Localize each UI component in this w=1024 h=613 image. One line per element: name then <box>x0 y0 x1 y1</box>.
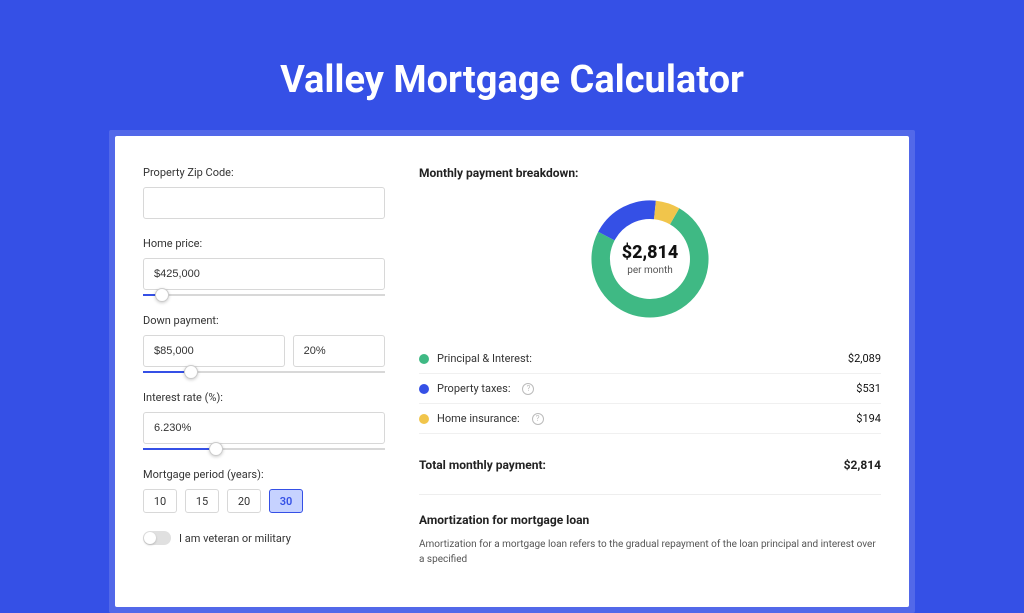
breakdown-column: Monthly payment breakdown: $2,814 per mo… <box>419 166 881 567</box>
toggle-knob <box>144 532 156 544</box>
legend-dot <box>419 384 429 394</box>
legend-label: Property taxes: <box>437 382 510 395</box>
donut-chart-wrap: $2,814 per month <box>419 194 881 324</box>
donut-center: $2,814 per month <box>585 194 715 324</box>
period-option-30[interactable]: 30 <box>269 489 303 513</box>
page-title: Valley Mortgage Calculator <box>0 0 1024 130</box>
period-option-10[interactable]: 10 <box>143 489 177 513</box>
down-payment-amount-input[interactable] <box>143 335 285 367</box>
home-price-slider-handle[interactable] <box>155 288 169 302</box>
interest-slider[interactable] <box>143 448 385 450</box>
legend-row: Home insurance:? $194 <box>419 404 881 434</box>
legend-value: $2,089 <box>848 352 881 365</box>
total-label: Total monthly payment: <box>419 458 546 472</box>
veteran-toggle[interactable] <box>143 531 171 545</box>
inputs-column: Property Zip Code: Home price: Down paym… <box>143 166 385 567</box>
interest-slider-fill <box>143 448 216 450</box>
legend-left: Principal & Interest: <box>419 352 532 365</box>
home-price-input[interactable] <box>143 258 385 290</box>
interest-label: Interest rate (%): <box>143 391 385 404</box>
down-payment-slider[interactable] <box>143 371 385 373</box>
amortization-section: Amortization for mortgage loan Amortizat… <box>419 494 881 567</box>
veteran-label: I am veteran or military <box>179 532 291 545</box>
legend-value: $531 <box>856 382 881 395</box>
legend-dot <box>419 414 429 424</box>
interest-group: Interest rate (%): <box>143 391 385 450</box>
total-value: $2,814 <box>844 458 881 472</box>
down-payment-slider-handle[interactable] <box>184 365 198 379</box>
calculator-panel: Property Zip Code: Home price: Down paym… <box>115 136 909 607</box>
period-label: Mortgage period (years): <box>143 468 385 481</box>
amortization-text: Amortization for a mortgage loan refers … <box>419 537 881 567</box>
period-option-15[interactable]: 15 <box>185 489 219 513</box>
legend-left: Home insurance:? <box>419 412 544 425</box>
legend-label: Home insurance: <box>437 412 520 425</box>
home-price-group: Home price: <box>143 237 385 296</box>
calculator-outer-panel: Property Zip Code: Home price: Down paym… <box>109 130 915 613</box>
period-group: Mortgage period (years): 10 15 20 30 <box>143 468 385 513</box>
info-icon[interactable]: ? <box>522 383 534 395</box>
total-row: Total monthly payment: $2,814 <box>419 452 881 472</box>
veteran-row: I am veteran or military <box>143 531 385 545</box>
home-price-slider[interactable] <box>143 294 385 296</box>
zip-label: Property Zip Code: <box>143 166 385 179</box>
info-icon[interactable]: ? <box>532 413 544 425</box>
legend: Principal & Interest: $2,089 Property taxe… <box>419 344 881 434</box>
donut-chart: $2,814 per month <box>585 194 715 324</box>
legend-dot <box>419 354 429 364</box>
period-option-20[interactable]: 20 <box>227 489 261 513</box>
period-options: 10 15 20 30 <box>143 489 385 513</box>
donut-sub: per month <box>627 265 673 276</box>
amortization-title: Amortization for mortgage loan <box>419 513 881 527</box>
home-price-label: Home price: <box>143 237 385 250</box>
interest-input[interactable] <box>143 412 385 444</box>
interest-slider-handle[interactable] <box>209 442 223 456</box>
breakdown-title: Monthly payment breakdown: <box>419 166 881 180</box>
legend-value: $194 <box>856 412 881 425</box>
donut-amount: $2,814 <box>622 242 679 263</box>
down-payment-label: Down payment: <box>143 314 385 327</box>
legend-row: Principal & Interest: $2,089 <box>419 344 881 374</box>
down-payment-group: Down payment: <box>143 314 385 373</box>
legend-left: Property taxes:? <box>419 382 534 395</box>
zip-input[interactable] <box>143 187 385 219</box>
down-payment-pct-input[interactable] <box>293 335 385 367</box>
legend-row: Property taxes:? $531 <box>419 374 881 404</box>
legend-label: Principal & Interest: <box>437 352 532 365</box>
zip-group: Property Zip Code: <box>143 166 385 219</box>
